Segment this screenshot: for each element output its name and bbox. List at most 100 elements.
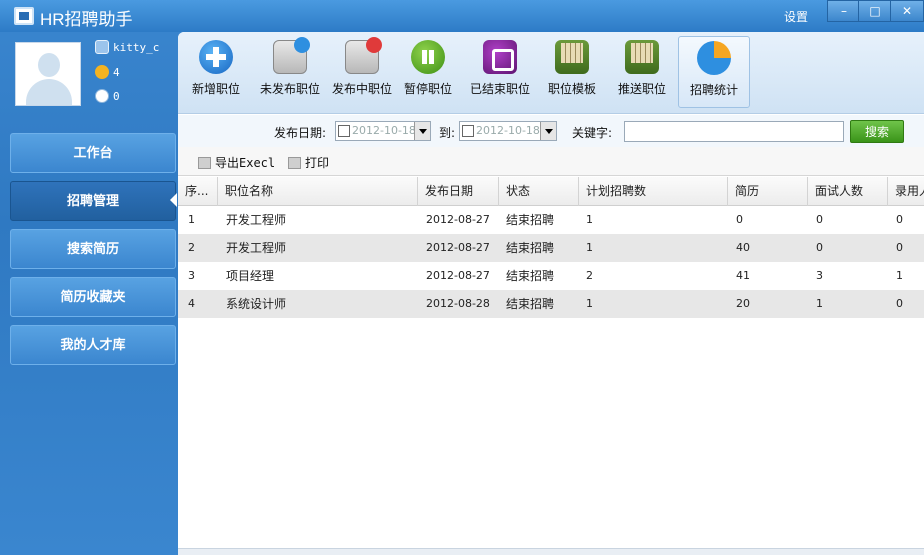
cell-job-name: 系统设计师 <box>226 297 287 311</box>
date-from-picker[interactable]: 2012-10-18 <box>335 121 431 141</box>
cell-interviews: 3 <box>816 269 823 282</box>
tool-ended-jobs[interactable]: 已结束职位 <box>464 36 536 108</box>
messages-row[interactable]: 0 <box>95 89 120 103</box>
tool-label: 职位模板 <box>547 82 596 96</box>
cell-interviews: 0 <box>816 241 823 254</box>
export-label: 导出Execl <box>215 156 276 170</box>
nav-item-resume-favorites[interactable]: 简历收藏夹 <box>10 277 176 317</box>
keyword-input[interactable] <box>624 121 844 142</box>
nav-item-recruitment[interactable]: 招聘管理 <box>10 181 176 221</box>
table-row[interactable]: 4 系统设计师 2012-08-28 结束招聘 1 20 1 0 <box>178 290 924 318</box>
table-header: 序... 职位名称 发布日期 状态 计划招聘数 简历 面试人数 录用人 <box>178 177 924 206</box>
cell-index: 1 <box>188 213 195 226</box>
cell-index: 4 <box>188 297 195 310</box>
maximize-button[interactable]: □ <box>858 0 892 22</box>
to-label: 到: <box>439 126 456 140</box>
date-label: 发布日期: <box>274 126 327 140</box>
tool-unpublished-jobs[interactable]: 未发布职位 <box>254 36 326 108</box>
tool-label: 新增职位 <box>191 82 240 96</box>
table-row[interactable]: 3 项目经理 2012-08-27 结束招聘 2 41 3 1 <box>178 262 924 290</box>
tool-publishing-jobs[interactable]: 发布中职位 <box>326 36 398 108</box>
column-header-index[interactable]: 序... <box>178 177 218 206</box>
cell-publish-date: 2012-08-27 <box>426 213 490 226</box>
settings-link[interactable]: 设置 <box>784 8 808 25</box>
cell-status: 结束招聘 <box>506 297 555 311</box>
nav-item-search-resume[interactable]: 搜索简历 <box>10 229 176 269</box>
add-icon <box>199 40 233 74</box>
chevron-down-icon[interactable] <box>414 122 430 140</box>
cell-planned-hires: 1 <box>586 297 593 310</box>
horizontal-scrollbar[interactable] <box>178 548 924 555</box>
action-bar: 导出Execl 打印 <box>178 147 924 176</box>
tool-add-job[interactable]: 新增职位 <box>180 36 252 108</box>
cell-status: 结束招聘 <box>506 269 555 283</box>
tool-label: 暂停职位 <box>403 82 452 96</box>
search-button[interactable]: 搜索 <box>850 120 904 143</box>
table-body: 1 开发工程师 2012-08-27 结束招聘 1 0 0 0 2 开发工程师 … <box>178 206 924 318</box>
avatar[interactable] <box>15 42 81 106</box>
tool-job-templates[interactable]: 职位模板 <box>536 36 608 108</box>
date-to-picker[interactable]: 2012-10-18 <box>459 121 557 141</box>
tool-recruitment-stats[interactable]: 招聘统计 <box>678 36 750 108</box>
date-from-value: 2012-10-18 <box>352 124 416 137</box>
avatar-head-shape <box>38 53 60 77</box>
tool-label: 发布中职位 <box>331 82 392 96</box>
column-header-job-name[interactable]: 职位名称 <box>218 177 418 206</box>
cell-planned-hires: 1 <box>586 241 593 254</box>
x-badge-icon <box>366 37 382 53</box>
tool-label: 未发布职位 <box>259 82 320 96</box>
cell-publish-date: 2012-08-27 <box>426 269 490 282</box>
tool-push-jobs[interactable]: 推送职位 <box>606 36 678 108</box>
column-header-publish-date[interactable]: 发布日期 <box>418 177 499 206</box>
column-header-status[interactable]: 状态 <box>499 177 579 206</box>
cell-index: 2 <box>188 241 195 254</box>
table-row[interactable]: 1 开发工程师 2012-08-27 结束招聘 1 0 0 0 <box>178 206 924 234</box>
date-to-checkbox[interactable] <box>462 125 474 137</box>
main-panel: 新增职位 未发布职位 发布中职位 暂停职位 已结束职位 职位模板 推送职位 招聘… <box>178 32 924 555</box>
column-header-interviews[interactable]: 面试人数 <box>808 177 888 206</box>
check-badge-icon <box>294 37 310 53</box>
cell-hired: 0 <box>896 241 903 254</box>
cell-resumes: 0 <box>736 213 743 226</box>
cell-interviews: 0 <box>816 213 823 226</box>
column-header-hired[interactable]: 录用人 <box>888 177 924 206</box>
export-icon <box>198 157 211 169</box>
app-title: HR招聘助手 <box>40 10 133 29</box>
export-excel-button[interactable]: 导出Execl <box>198 154 275 171</box>
toolbar: 新增职位 未发布职位 发布中职位 暂停职位 已结束职位 职位模板 推送职位 招聘… <box>178 32 924 114</box>
keyword-label: 关键字: <box>572 126 613 140</box>
pie-chart-icon <box>697 41 731 75</box>
date-from-checkbox[interactable] <box>338 125 350 137</box>
nav-item-talent-pool[interactable]: 我的人才库 <box>10 325 176 365</box>
cell-resumes: 40 <box>736 241 750 254</box>
cell-status: 结束招聘 <box>506 213 555 227</box>
print-button[interactable]: 打印 <box>288 154 329 171</box>
minimize-button[interactable]: – <box>827 0 861 22</box>
tool-label: 招聘统计 <box>689 83 738 97</box>
cell-resumes: 41 <box>736 269 750 282</box>
cell-job-name: 项目经理 <box>226 269 275 283</box>
cell-resumes: 20 <box>736 297 750 310</box>
cell-index: 3 <box>188 269 195 282</box>
coin-icon <box>95 65 109 79</box>
pause-icon <box>411 40 445 74</box>
cell-job-name: 开发工程师 <box>226 213 287 227</box>
tool-label: 已结束职位 <box>469 82 530 96</box>
table-row[interactable]: 2 开发工程师 2012-08-27 结束招聘 1 40 0 0 <box>178 234 924 262</box>
date-to-value: 2012-10-18 <box>476 124 540 137</box>
cell-hired: 0 <box>896 297 903 310</box>
username-row[interactable]: kitty_c <box>95 40 159 54</box>
chevron-down-icon[interactable] <box>540 122 556 140</box>
column-header-planned-hires[interactable]: 计划招聘数 <box>579 177 728 206</box>
nav-item-workbench[interactable]: 工作台 <box>10 133 176 173</box>
nav-active-arrow-icon <box>170 193 177 207</box>
close-button[interactable]: ✕ <box>890 0 924 22</box>
dropdown-icon[interactable] <box>95 40 109 54</box>
cell-interviews: 1 <box>816 297 823 310</box>
books-icon <box>555 40 589 74</box>
envelope-check-icon <box>273 37 310 74</box>
tool-paused-jobs[interactable]: 暂停职位 <box>392 36 464 108</box>
column-header-resumes[interactable]: 简历 <box>728 177 808 206</box>
coins-count: 4 <box>113 66 120 79</box>
cell-job-name: 开发工程师 <box>226 241 287 255</box>
